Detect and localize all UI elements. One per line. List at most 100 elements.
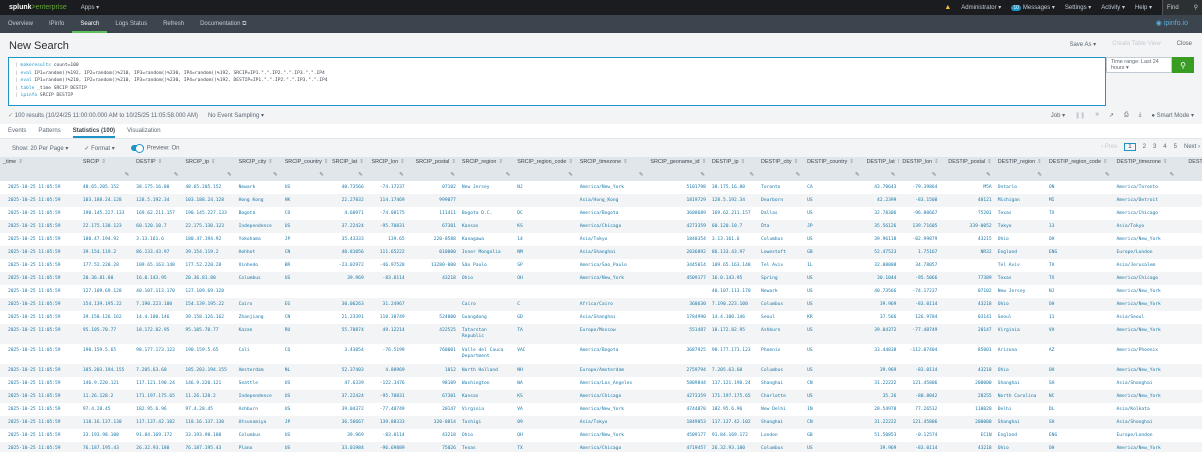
cell-srcip-city[interactable]: Hohhot bbox=[235, 246, 282, 259]
cell-destip-postal[interactable]: 110020 bbox=[940, 403, 994, 416]
cell-srcip-lon[interactable]: 114.17469 bbox=[366, 194, 408, 207]
cell-destip-city[interactable]: Seoul bbox=[758, 311, 804, 324]
cell-srcip-region-code[interactable]: TX bbox=[514, 442, 577, 452]
cell-srcip-timezone[interactable]: Asia/Hong_Kong bbox=[576, 194, 648, 207]
cell-srcip-geoname-id[interactable]: 4273359 bbox=[647, 220, 709, 233]
cell-srcip-ip[interactable]: 127.109.69.128 bbox=[182, 285, 235, 298]
cell-srcip-timezone[interactable]: Asia/Shanghai bbox=[577, 311, 648, 324]
cell-srcip-lon[interactable]: -95.70831 bbox=[366, 220, 408, 233]
cell-srcip-city[interactable]: Vinhedo bbox=[236, 259, 282, 272]
cell-destip-lat[interactable]: 39.969 bbox=[863, 298, 900, 311]
cell-srcip-region[interactable]: Cairo bbox=[458, 298, 515, 311]
cell-srcip-lon[interactable]: 139.88333 bbox=[366, 416, 408, 429]
cell-srcip-region-code[interactable]: OH bbox=[514, 272, 577, 285]
cell-srcip-country[interactable]: US bbox=[281, 272, 328, 285]
cell-destip[interactable]: 18.172.82.95 bbox=[133, 324, 183, 344]
edit-column-icon[interactable]: ✎ bbox=[750, 172, 755, 178]
cell-destip-lon[interactable]: -112.07404 bbox=[899, 344, 940, 364]
cell-srcip-region-code[interactable]: GD bbox=[514, 311, 577, 324]
cell-destip-lon[interactable]: -82.99879 bbox=[899, 233, 940, 246]
cell-destip-postal[interactable]: 75201 bbox=[940, 207, 994, 220]
cell--time[interactable]: 2025-10-25 11:05:59 bbox=[0, 429, 80, 442]
cell-destip-ip[interactable]: 86.133.43.97 bbox=[708, 246, 759, 259]
sort-icon[interactable]: ⇕ bbox=[359, 159, 364, 165]
cell--time[interactable]: 2025-10-25 11:05:59 bbox=[0, 207, 80, 220]
cell-destip-postal[interactable]: 43218 bbox=[940, 364, 995, 377]
cell-srcip-region-code[interactable]: WA bbox=[514, 377, 577, 390]
cell-srcip-geoname-id[interactable]: 3445014 bbox=[647, 259, 708, 272]
cell-destip-timezone[interactable]: Asia/Shanghai bbox=[1113, 416, 1179, 429]
cell-srcip-region[interactable]: Washington bbox=[459, 377, 514, 390]
cell-srcip-country[interactable]: HK bbox=[281, 194, 328, 207]
column-header-destip-region[interactable]: DESTIP_region ⇕ ✎ bbox=[994, 157, 1046, 181]
splunk-logo[interactable]: splunk>enterprise bbox=[9, 4, 67, 11]
page-2-button[interactable]: 2 bbox=[1143, 144, 1146, 150]
cell-destip-city[interactable]: Toronto bbox=[758, 181, 804, 194]
format-dropdown[interactable]: ✓ Format ▾ bbox=[84, 145, 114, 152]
cell-destip-timezone[interactable]: Europe/London bbox=[1114, 429, 1179, 442]
cell-destip-lon[interactable]: -0.12574 bbox=[899, 429, 940, 442]
cell-srcip-region[interactable] bbox=[459, 285, 514, 298]
cell-destip-geoname-id[interactable]: 4733624 bbox=[1178, 272, 1202, 285]
cell-srcip-postal[interactable]: 760001 bbox=[408, 344, 459, 364]
cell-srcip-lon[interactable] bbox=[367, 285, 408, 298]
tab-events[interactable]: Events bbox=[8, 124, 26, 138]
cell-destip-lat[interactable]: 51.50853 bbox=[864, 429, 900, 442]
cell-srcip-ip[interactable]: 39.158.126.162 bbox=[182, 311, 235, 324]
cell-srcip-city[interactable]: Kazan bbox=[235, 324, 282, 344]
tab-statistics[interactable]: Statistics (100) bbox=[72, 124, 116, 138]
cell-destip-postal[interactable]: 43218 bbox=[940, 298, 995, 311]
cell-destip-lat[interactable]: 32.78306 bbox=[864, 207, 900, 220]
column-header-destip-postal[interactable]: DESTIP_postal ⇕ ✎ bbox=[940, 157, 995, 181]
cell-destip-country[interactable]: IN bbox=[804, 403, 863, 416]
cell-srcip-country[interactable]: RU bbox=[281, 324, 328, 344]
edit-column-icon[interactable]: ✎ bbox=[568, 172, 573, 178]
cell-srcip-city[interactable]: Seattle bbox=[236, 377, 282, 390]
cell-srcip-region[interactable]: Inner Mongolia bbox=[458, 246, 515, 259]
cell-srcip-region-code[interactable]: C bbox=[514, 298, 577, 311]
cell-destip-city[interactable]: Phoenix bbox=[758, 344, 804, 364]
cell-srcip-lat[interactable]: 4.60971 bbox=[328, 207, 367, 220]
cell-srcip-region[interactable]: Ohio bbox=[458, 272, 515, 285]
edit-column-icon[interactable]: ✎ bbox=[932, 172, 937, 178]
cell-srcip-postal[interactable]: 220-8588 bbox=[408, 233, 459, 246]
cell-srcip-timezone[interactable]: Europe/Moscow bbox=[576, 324, 648, 344]
cell-srcip-lon[interactable]: -77.48749 bbox=[367, 403, 408, 416]
save-as-button[interactable]: Save As ▾ bbox=[1069, 41, 1096, 48]
print-icon[interactable]: ⎙ bbox=[1124, 112, 1129, 119]
cell--time[interactable]: 2025-10-25 11:05:59 bbox=[0, 194, 80, 207]
sort-icon[interactable]: ⇕ bbox=[451, 159, 456, 165]
cell-srcip-timezone[interactable]: Africa/Cairo bbox=[576, 298, 648, 311]
sort-icon[interactable]: ⇕ bbox=[268, 159, 273, 165]
cell-destip-region-code[interactable]: ENG bbox=[1046, 429, 1114, 442]
cell--time[interactable]: 2025-10-25 11:05:59 bbox=[0, 390, 80, 403]
cell-destip[interactable]: 109.65.163.148 bbox=[133, 259, 182, 272]
cell-destip-timezone[interactable]: America/New_York bbox=[1114, 233, 1179, 246]
cell-srcip-ip[interactable]: 22.175.130.123 bbox=[182, 220, 236, 233]
cell-destip-lon[interactable]: 121.45806 bbox=[899, 377, 940, 390]
cell-srcip-region[interactable]: Kanagawa bbox=[459, 233, 514, 246]
cell-destip-timezone[interactable]: Europe/London bbox=[1113, 246, 1179, 259]
cell-srcip-geoname-id[interactable]: 4744870 bbox=[647, 403, 708, 416]
cell-srcip-geoname-id[interactable]: 4509177 bbox=[647, 429, 708, 442]
cell-srcip-geoname-id[interactable]: 5101798 bbox=[647, 181, 708, 194]
cell-srcip-timezone[interactable]: America/Sao_Paulo bbox=[577, 259, 648, 272]
cell-destip-lon[interactable]: -79.39864 bbox=[899, 181, 940, 194]
cell-destip-timezone[interactable]: America/Detroit bbox=[1113, 194, 1179, 207]
cell-srcip-timezone[interactable]: America/Chicago bbox=[576, 442, 648, 452]
cell-srcip-city[interactable]: Newark bbox=[236, 181, 282, 194]
cell-srcip-region-code[interactable]: NM bbox=[514, 246, 577, 259]
edit-column-icon[interactable]: ✎ bbox=[174, 172, 179, 178]
cell-srcip-lat[interactable]: 3.43054 bbox=[328, 344, 367, 364]
cell-destip-ip[interactable]: 40.107.113.170 bbox=[709, 285, 758, 298]
cell-destip-geoname-id[interactable]: 1261481 bbox=[1178, 403, 1202, 416]
cell-destip[interactable]: 117.121.190.24 bbox=[133, 377, 182, 390]
tab-visualization[interactable]: Visualization bbox=[127, 124, 161, 138]
cell-destip-ip[interactable]: 98.177.173.123 bbox=[709, 344, 758, 364]
cell-destip-country[interactable]: GB bbox=[804, 246, 864, 259]
cell-destip-country[interactable]: US bbox=[804, 233, 863, 246]
cell-srcip-country[interactable]: CO bbox=[282, 344, 328, 364]
cell-srcip[interactable]: 76.187.195.43 bbox=[79, 442, 134, 452]
cell-srcip-timezone[interactable]: Asia/Tokyo bbox=[576, 416, 648, 429]
cell-srcip-region-code[interactable] bbox=[514, 285, 577, 298]
